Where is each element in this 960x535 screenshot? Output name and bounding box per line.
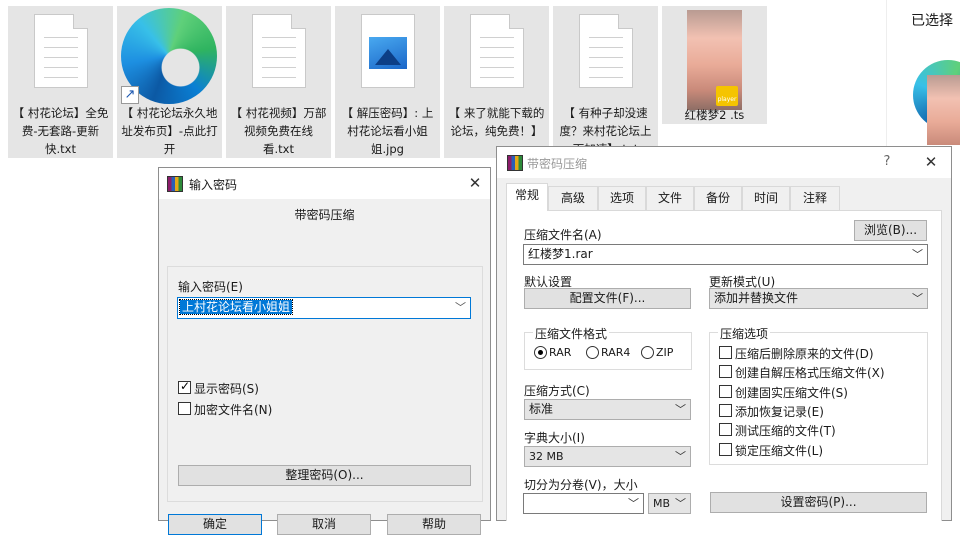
- method-select[interactable]: 标准 ﹀: [524, 399, 691, 420]
- archive-name-label: 压缩文件名(A): [524, 228, 602, 242]
- file-item[interactable]: 【 村花视频】万部视频免费在线看.txt: [226, 6, 331, 158]
- help-button[interactable]: 帮助: [387, 514, 481, 535]
- chevron-down-icon: ﹀: [675, 403, 686, 416]
- player-badge: player: [716, 86, 738, 106]
- file-item[interactable]: 【 来了就能下载的论坛，纯免费！】: [444, 6, 549, 158]
- preview-thumbnail: [927, 75, 960, 145]
- update-mode-select[interactable]: 添加并替换文件 ﹀: [709, 288, 928, 309]
- compress-title: 带密码压缩: [527, 157, 588, 171]
- chevron-down-icon: ﹀: [675, 497, 686, 510]
- help-icon[interactable]: ?: [877, 152, 897, 172]
- recovery-label: 添加恢复记录(E): [735, 405, 824, 419]
- text-file-icon: [579, 14, 633, 88]
- winrar-icon: [167, 176, 183, 192]
- rar4-radio-label: RAR4: [601, 346, 631, 359]
- recovery-checkbox[interactable]: [719, 404, 732, 417]
- video-thumbnail-icon: player: [687, 10, 742, 110]
- rar-radio-label: RAR: [549, 346, 572, 359]
- chevron-down-icon[interactable]: ﹀: [912, 245, 923, 264]
- delete-after-checkbox[interactable]: [719, 346, 732, 359]
- chevron-down-icon: ﹀: [675, 450, 686, 463]
- shortcut-arrow-icon: ↗: [121, 86, 139, 104]
- options-group-label: 压缩选项: [718, 325, 771, 342]
- ok-button[interactable]: 确定: [168, 514, 262, 535]
- chevron-down-icon[interactable]: ﹀: [628, 494, 639, 513]
- tab-files[interactable]: 文件: [646, 186, 694, 210]
- password-titlebar: 输入密码 ✕: [159, 168, 490, 199]
- password-dialog-title: 输入密码: [189, 178, 238, 192]
- organize-passwords-button[interactable]: 整理密码(O)...: [178, 465, 471, 486]
- file-name: 【 来了就能下载的论坛，纯免费！】: [448, 106, 545, 138]
- solid-label: 创建固实压缩文件(S): [735, 386, 848, 400]
- archive-name-input[interactable]: 红楼梦1.rar ﹀: [523, 244, 928, 265]
- zip-radio[interactable]: [641, 346, 654, 359]
- rar-radio[interactable]: [534, 346, 547, 359]
- password-dialog: 输入密码 ✕ 带密码压缩 输入密码(E) 上村花论坛看小姐姐 ﹀ 显示密码(S)…: [158, 167, 491, 535]
- tab-time[interactable]: 时间: [742, 186, 790, 210]
- chevron-down-icon: ﹀: [912, 292, 923, 305]
- close-icon[interactable]: ✕: [465, 173, 485, 193]
- text-file-icon: [470, 14, 524, 88]
- tab-backup[interactable]: 备份: [694, 186, 742, 210]
- password-input[interactable]: 上村花论坛看小姐姐 ﹀: [177, 297, 471, 319]
- encrypt-names-label: 加密文件名(N): [194, 403, 273, 417]
- show-password-label: 显示密码(S): [194, 382, 259, 396]
- image-file-icon: [361, 14, 415, 88]
- file-name: 红楼梦2 .ts: [684, 108, 745, 122]
- sfx-label: 创建自解压格式压缩文件(X): [735, 366, 885, 380]
- close-icon[interactable]: ✕: [921, 152, 941, 172]
- file-item[interactable]: player 红楼梦2 .ts: [662, 6, 767, 124]
- profiles-button[interactable]: 配置文件(F)...: [524, 288, 691, 309]
- file-name: 【 村花论坛】全免费-无套路-更新快.txt: [12, 106, 109, 156]
- dict-select[interactable]: 32 MB ﹀: [524, 446, 691, 467]
- split-unit-value: MB: [653, 497, 671, 510]
- file-item[interactable]: 【 解压密码】: 上村花论坛看小姐姐.jpg: [335, 6, 440, 158]
- test-label: 测试压缩的文件(T): [735, 424, 836, 438]
- split-unit-select[interactable]: MB ﹀: [648, 493, 691, 514]
- tab-options[interactable]: 选项: [598, 186, 646, 210]
- delete-after-label: 压缩后删除原来的文件(D): [735, 347, 874, 361]
- file-item[interactable]: ↗ 【 村花论坛永久地址发布页】-点此打开: [117, 6, 222, 158]
- text-file-icon: [252, 14, 306, 88]
- password-value: 上村花论坛看小姐姐: [178, 299, 294, 315]
- dict-label: 字典大小(I): [524, 431, 585, 445]
- file-name: 【 村花论坛永久地址发布页】-点此打开: [121, 106, 218, 156]
- tab-general[interactable]: 常规: [506, 183, 548, 211]
- lock-checkbox[interactable]: [719, 443, 732, 456]
- file-item[interactable]: 【 村花论坛】全免费-无套路-更新快.txt: [8, 6, 113, 158]
- method-label: 压缩方式(C): [524, 384, 590, 398]
- lock-label: 锁定压缩文件(L): [735, 444, 824, 458]
- file-name: 【 村花视频】万部视频免费在线看.txt: [230, 106, 327, 156]
- compress-titlebar: 带密码压缩 ? ✕: [497, 147, 951, 178]
- split-label: 切分为分卷(V)，大小: [524, 478, 638, 492]
- format-group-label: 压缩文件格式: [533, 325, 610, 342]
- cancel-button[interactable]: 取消: [277, 514, 371, 535]
- update-mode-value: 添加并替换文件: [714, 291, 799, 305]
- set-password-button[interactable]: 设置密码(P)...: [710, 492, 927, 513]
- winrar-icon: [507, 155, 523, 171]
- preview-title: 已选择: [911, 13, 953, 29]
- tab-comment[interactable]: 注释: [790, 186, 840, 210]
- zip-radio-label: ZIP: [656, 346, 674, 359]
- method-value: 标准: [529, 402, 554, 416]
- solid-checkbox[interactable]: [719, 385, 732, 398]
- archive-name-value: 红楼梦1.rar: [528, 247, 593, 261]
- text-file-icon: [34, 14, 88, 88]
- browse-button[interactable]: 浏览(B)...: [854, 220, 927, 241]
- show-password-checkbox[interactable]: [178, 379, 191, 394]
- sfx-checkbox[interactable]: [719, 365, 732, 378]
- encrypt-names-checkbox[interactable]: [178, 402, 191, 415]
- file-name: 【 解压密码】: 上村花论坛看小姐姐.jpg: [341, 106, 434, 156]
- password-dialog-subtitle: 带密码压缩: [294, 208, 355, 222]
- chevron-down-icon[interactable]: ﹀: [455, 298, 466, 317]
- rar4-radio[interactable]: [586, 346, 599, 359]
- password-label: 输入密码(E): [178, 280, 243, 294]
- test-checkbox[interactable]: [719, 423, 732, 436]
- file-item[interactable]: 【 有种子却没速度？来村花论坛上下加速】.txt: [553, 6, 658, 158]
- dict-value: 32 MB: [529, 450, 564, 463]
- tab-advanced[interactable]: 高级: [548, 186, 598, 210]
- split-size-input[interactable]: ﹀: [523, 493, 644, 514]
